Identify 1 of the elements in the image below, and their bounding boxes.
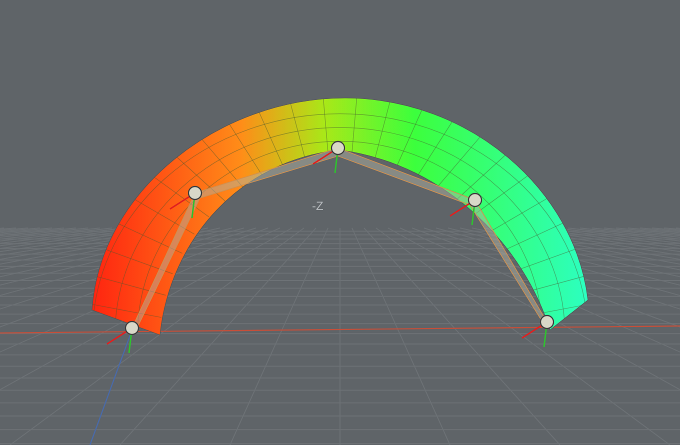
axis-label: -Z xyxy=(312,200,324,212)
